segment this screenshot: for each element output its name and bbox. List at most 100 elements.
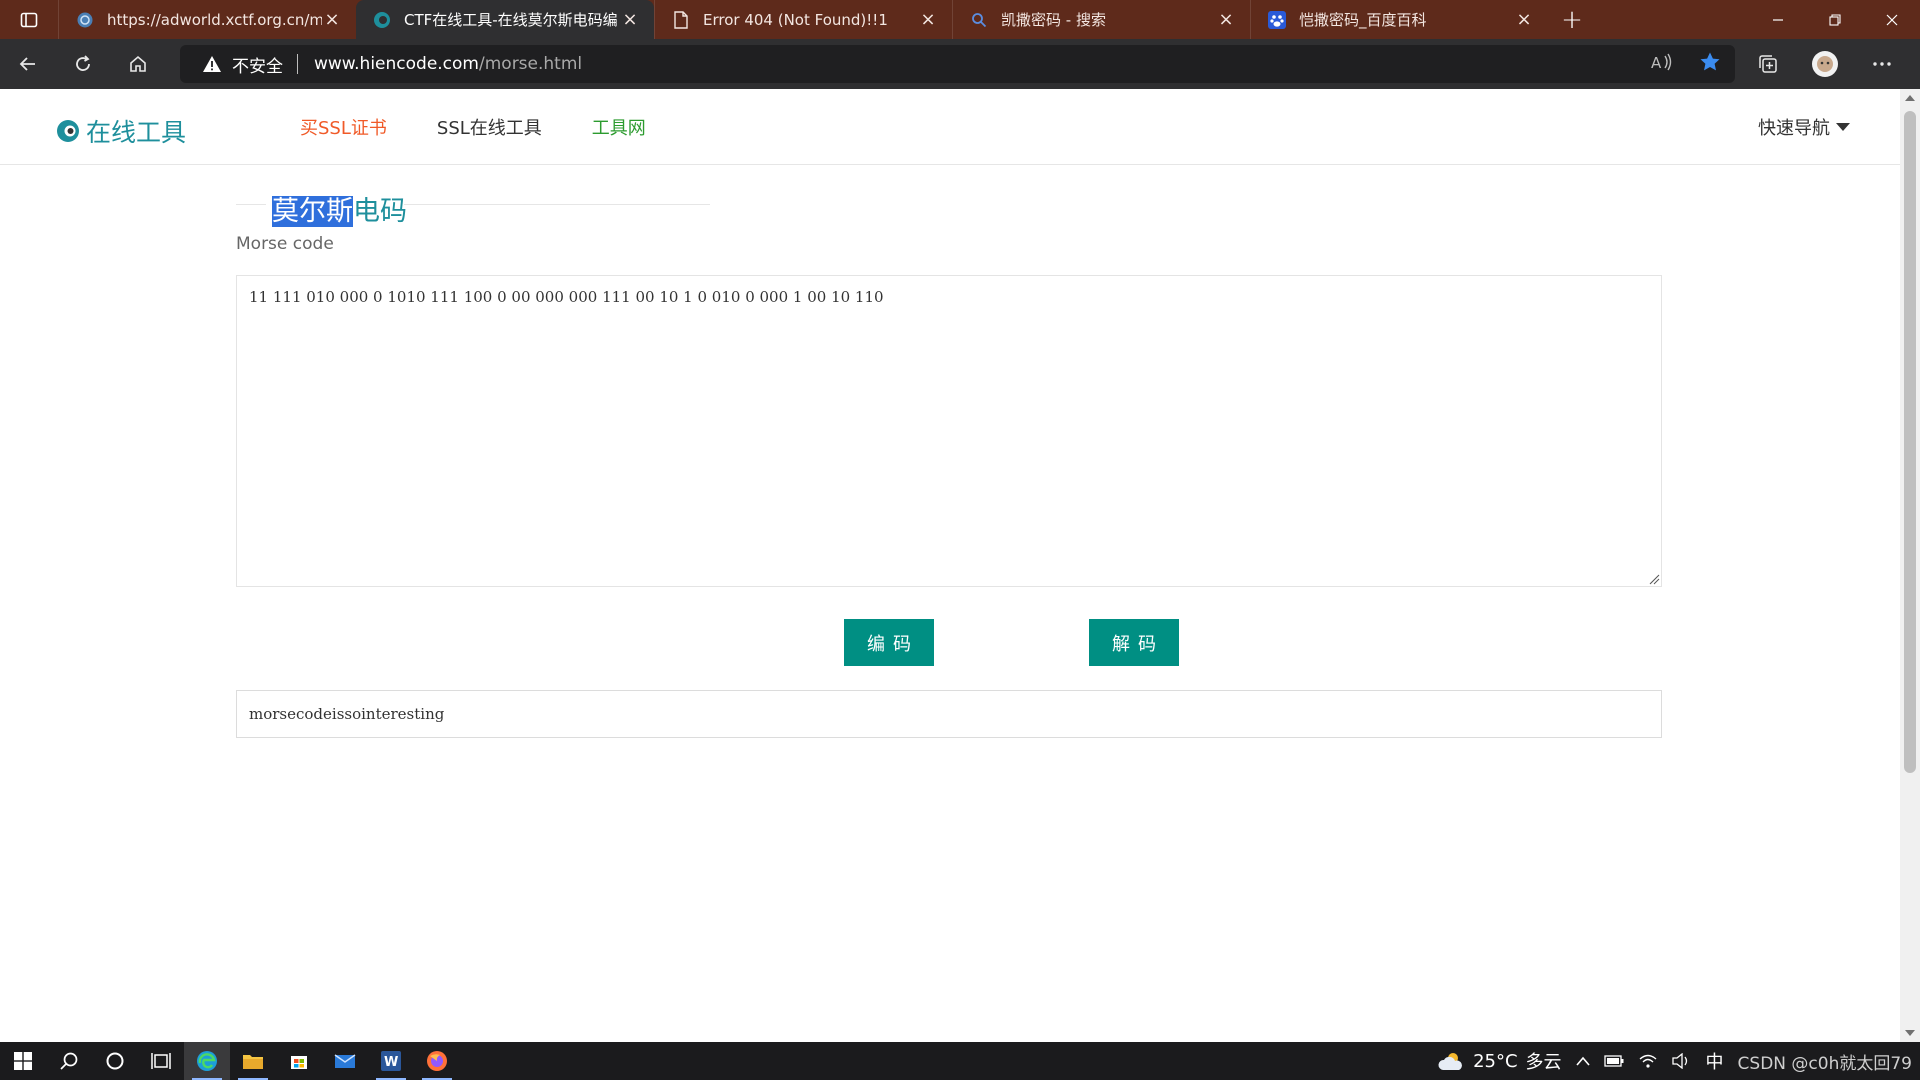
warning-icon[interactable] xyxy=(202,55,222,73)
back-button[interactable] xyxy=(0,39,55,89)
site-logo[interactable]: 在线工具 xyxy=(56,113,186,149)
search-icon xyxy=(969,10,989,30)
morse-input[interactable]: 11 111 010 000 0 1010 111 100 0 00 000 0… xyxy=(236,275,1662,587)
edge-browser-icon xyxy=(197,1051,217,1071)
decode-button[interactable]: 解码 xyxy=(1089,619,1179,666)
collections-button[interactable] xyxy=(1739,39,1796,89)
browser-tab-hiencode[interactable]: CTF在线工具-在线莫尔斯电码编 × xyxy=(356,0,654,39)
word-icon: W xyxy=(381,1051,401,1071)
tab-close-icon[interactable]: × xyxy=(620,9,640,30)
page-icon xyxy=(671,10,691,30)
cloud-sun-icon xyxy=(1438,1053,1462,1070)
windows-taskbar: W 25°C 多云 中 CSDN @c0h就太回79 xyxy=(0,1042,1920,1080)
nav-buy-ssl[interactable]: 买SSL证书 xyxy=(300,114,387,140)
new-tab-button[interactable]: + xyxy=(1548,0,1596,39)
tab-close-icon[interactable]: × xyxy=(1514,9,1534,30)
windows-logo-icon xyxy=(14,1052,32,1070)
start-button[interactable] xyxy=(0,1042,46,1080)
decoded-output[interactable]: morsecodeissointeresting xyxy=(236,690,1662,738)
caret-down-icon xyxy=(1836,123,1850,131)
chevron-up-icon[interactable] xyxy=(1575,1056,1590,1066)
task-view-icon xyxy=(151,1053,171,1069)
heading-rule-left xyxy=(236,204,266,205)
site-logo-icon xyxy=(57,120,79,142)
page-title-selected: 莫尔斯 xyxy=(272,196,353,227)
resize-grip-icon[interactable] xyxy=(1648,573,1660,585)
tab-close-icon[interactable]: × xyxy=(1216,9,1236,30)
page-title: 莫尔斯电码 xyxy=(272,189,407,228)
cortana-circle-icon xyxy=(106,1052,124,1070)
page-scrollbar[interactable] xyxy=(1900,89,1920,1042)
taskbar-store[interactable] xyxy=(276,1042,322,1080)
toolbar-right xyxy=(1739,39,1910,89)
read-aloud-button[interactable]: A xyxy=(1651,53,1673,75)
taskbar-mail[interactable] xyxy=(322,1042,368,1080)
task-view-button[interactable] xyxy=(138,1042,184,1080)
svg-text:A: A xyxy=(1651,54,1662,71)
read-aloud-icon: A xyxy=(1651,53,1672,72)
close-window-button[interactable] xyxy=(1863,0,1920,39)
restore-button[interactable] xyxy=(1806,0,1863,39)
address-bar[interactable]: 不安全 www.hiencode.com/morse.html A xyxy=(180,45,1735,83)
input-method-indicator[interactable]: 中 xyxy=(1706,1048,1724,1074)
tab-close-icon[interactable]: × xyxy=(918,9,938,30)
volume-icon[interactable] xyxy=(1671,1053,1692,1069)
cortana-button[interactable] xyxy=(92,1042,138,1080)
site-header: 在线工具 买SSL证书 SSL在线工具 工具网 快速导航 xyxy=(0,89,1900,165)
home-button[interactable] xyxy=(110,39,165,89)
collections-icon xyxy=(1758,55,1777,73)
search-icon xyxy=(60,1052,78,1070)
site-logo-text: 在线工具 xyxy=(86,118,187,147)
firefox-icon xyxy=(427,1051,447,1071)
tab-actions-button[interactable] xyxy=(0,0,58,39)
taskbar-clock-text[interactable]: CSDN @c0h就太回79 xyxy=(1738,1049,1912,1074)
svg-text:W: W xyxy=(384,1055,398,1070)
taskbar-edge[interactable] xyxy=(184,1042,230,1080)
minimize-icon xyxy=(1772,18,1783,21)
window-controls xyxy=(1749,0,1920,39)
close-icon xyxy=(1886,14,1897,25)
browser-tab-error404[interactable]: Error 404 (Not Found)!!1 × xyxy=(654,0,952,39)
address-divider xyxy=(297,54,298,74)
address-bar-actions: A xyxy=(1651,45,1721,83)
tab-actions-icon xyxy=(20,12,38,27)
heading-rule-right xyxy=(404,204,710,205)
tab-title: 凯撒密码 - 搜索 xyxy=(1001,11,1106,29)
nav-ssl-tools[interactable]: SSL在线工具 xyxy=(437,114,542,140)
taskbar-search-button[interactable] xyxy=(46,1042,92,1080)
weather-widget[interactable]: 25°C 多云 xyxy=(1437,1048,1562,1074)
browser-tab-adworld[interactable]: https://adworld.xctf.org.cn/medi × xyxy=(58,0,356,39)
tab-close-icon[interactable]: × xyxy=(322,9,342,30)
profile-button[interactable] xyxy=(1796,39,1853,89)
favorite-button[interactable] xyxy=(1699,51,1721,77)
url-host: www.hiencode.com xyxy=(314,54,479,74)
taskbar-file-explorer[interactable] xyxy=(230,1042,276,1080)
scroll-down-icon[interactable] xyxy=(1905,1030,1915,1036)
restore-icon xyxy=(1828,13,1841,26)
browser-tab-caesar-search[interactable]: 凯撒密码 - 搜索 × xyxy=(952,0,1250,39)
taskbar-word[interactable]: W xyxy=(368,1042,414,1080)
tab-title: https://adworld.xctf.org.cn/medi xyxy=(107,10,322,29)
browser-tab-baidu-baike[interactable]: 恺撒密码_百度百科 × xyxy=(1250,0,1548,39)
encode-button[interactable]: 编码 xyxy=(844,619,934,666)
tab-title: Error 404 (Not Found)!!1 xyxy=(703,10,888,29)
minimize-button[interactable] xyxy=(1749,0,1806,39)
tab-title: CTF在线工具-在线莫尔斯电码编 xyxy=(404,11,618,29)
settings-more-button[interactable] xyxy=(1853,39,1910,89)
page-title-rest: 电码 xyxy=(353,196,407,227)
taskbar-firefox[interactable] xyxy=(414,1042,460,1080)
scrollbar-thumb[interactable] xyxy=(1904,111,1916,773)
quick-nav-dropdown[interactable]: 快速导航 xyxy=(1758,89,1850,165)
avatar-icon xyxy=(1811,51,1838,77)
globe-icon xyxy=(75,10,95,30)
wifi-icon[interactable] xyxy=(1638,1053,1658,1069)
url-path: /morse.html xyxy=(479,54,583,74)
security-label[interactable]: 不安全 xyxy=(232,52,283,77)
battery-icon[interactable] xyxy=(1603,1055,1624,1067)
refresh-icon xyxy=(75,55,90,71)
scroll-up-icon[interactable] xyxy=(1905,95,1915,101)
page-subtitle: Morse code xyxy=(236,234,334,254)
folder-icon xyxy=(243,1055,263,1069)
nav-tools-site[interactable]: 工具网 xyxy=(592,114,646,140)
refresh-button[interactable] xyxy=(55,39,110,89)
